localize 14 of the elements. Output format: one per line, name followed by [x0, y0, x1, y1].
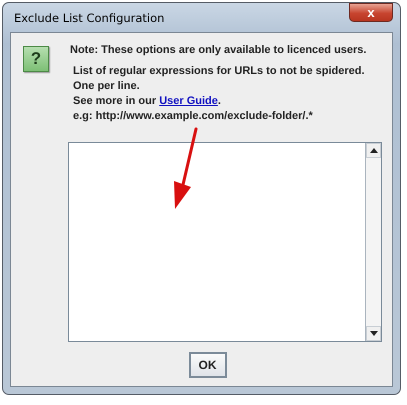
scroll-up-icon[interactable] [366, 143, 381, 158]
ok-button[interactable]: OK [188, 352, 226, 378]
scrollbar[interactable] [365, 143, 381, 341]
user-guide-link[interactable]: User Guide [159, 95, 218, 107]
instruction-text: List of regular expressions for URLs to not be spidered. [72, 64, 366, 79]
close-button[interactable]: x [349, 3, 393, 22]
question-icon: ? [23, 46, 49, 72]
note-text: Note: These options are only available to licenced users. [70, 43, 366, 58]
example-text: e.g: http://www.example.com/exclude-folder/.* [72, 109, 314, 124]
window-title: Exclude List Configuration [13, 10, 164, 24]
scroll-down-icon[interactable] [366, 326, 381, 341]
instruction-text: One per line. [72, 79, 141, 94]
exclude-list-field[interactable] [68, 142, 382, 342]
guide-text: See more in our User Guide. [72, 94, 222, 109]
